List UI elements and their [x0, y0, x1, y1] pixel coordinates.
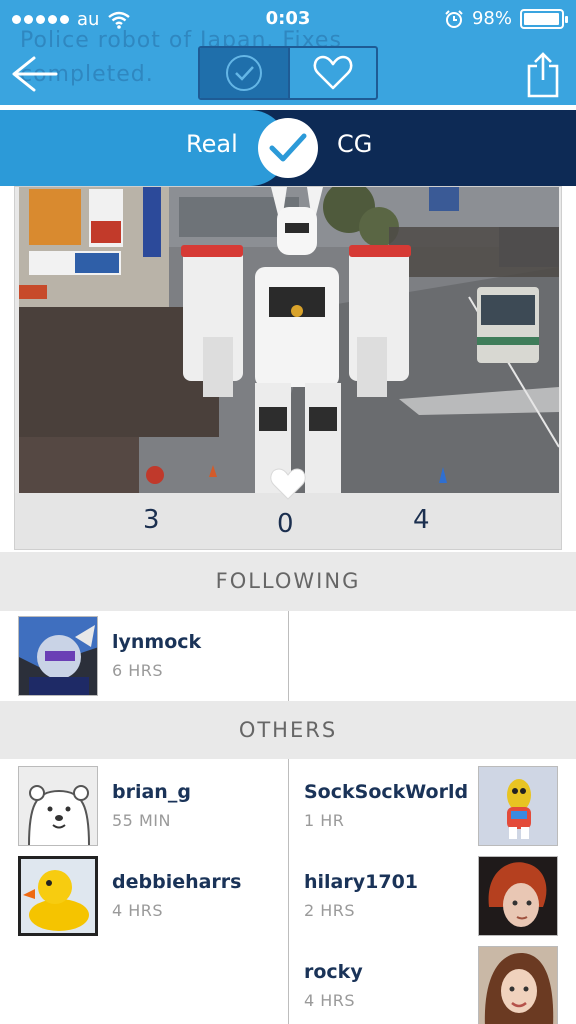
real-side — [0, 110, 288, 186]
real-vote-count: 3 — [143, 505, 160, 535]
toggle-knob[interactable] — [258, 118, 318, 178]
username: brian_g — [112, 781, 191, 803]
robot-photo-image — [19, 187, 559, 493]
others-column-divider — [288, 759, 289, 1024]
user-item-lynmock[interactable]: lynmock 6 HRS — [18, 616, 278, 696]
following-column-divider — [288, 611, 289, 701]
cg-label[interactable]: CG — [337, 130, 372, 158]
top-bar: Police robot of Japan. Fixes completed. … — [0, 0, 576, 105]
others-header: OTHERS — [0, 701, 576, 759]
user-item-hilary1701[interactable]: hilary1701 2 HRS — [304, 856, 558, 936]
post-time: 4 HRS — [112, 901, 164, 920]
post-time: 6 HRS — [112, 661, 164, 680]
post-card: 3 0 4 — [14, 186, 562, 550]
status-bar: au 0:03 98% — [0, 0, 576, 38]
battery-icon — [520, 8, 568, 29]
post-photo[interactable] — [19, 187, 559, 493]
post-time: 1 HR — [304, 811, 345, 830]
back-button[interactable] — [8, 52, 64, 102]
following-header: FOLLOWING — [0, 552, 576, 611]
username: lynmock — [112, 631, 202, 653]
username: rocky — [304, 961, 363, 983]
avatar-person-image — [479, 857, 557, 935]
share-button[interactable] — [526, 50, 562, 100]
avatar — [478, 766, 558, 846]
user-item-socksockworld[interactable]: SockSockWorld 1 HR — [304, 766, 558, 846]
avatar — [18, 616, 98, 696]
favorite-count: 0 — [277, 509, 294, 539]
username: debbieharrs — [112, 871, 242, 893]
back-arrow-icon — [12, 56, 58, 92]
real-label[interactable]: Real — [186, 130, 238, 158]
user-item-debbieharrs[interactable]: debbieharrs 4 HRS — [18, 856, 278, 936]
avatar — [18, 766, 98, 846]
username: hilary1701 — [304, 871, 419, 893]
avatar — [18, 856, 98, 936]
alarm-icon — [445, 9, 463, 28]
check-circle-icon — [226, 55, 262, 91]
avatar-person-image — [479, 947, 557, 1024]
post-time: 2 HRS — [304, 901, 356, 920]
battery-fill — [524, 12, 560, 25]
avatar-robot-image — [19, 617, 97, 695]
post-time: 55 MIN — [112, 811, 171, 830]
post-time: 4 HRS — [304, 991, 356, 1010]
username: SockSockWorld — [304, 781, 469, 803]
avatar — [478, 946, 558, 1024]
heart-icon — [313, 55, 353, 90]
heart-favorite-icon[interactable] — [269, 467, 307, 501]
avatar-toy-image — [479, 767, 557, 845]
share-icon — [527, 52, 559, 98]
avatar-rubber-duck-image — [21, 859, 95, 933]
avatar — [478, 856, 558, 936]
real-cg-toggle[interactable]: Real CG — [0, 110, 576, 186]
user-item-rocky[interactable]: rocky 4 HRS — [304, 946, 558, 1024]
avatar-polar-bear-image — [19, 767, 97, 845]
checkmark-icon — [269, 133, 307, 162]
vote-counts-bar: 3 0 4 — [15, 493, 561, 549]
battery-percent: 98% — [471, 8, 512, 29]
segment-vote[interactable] — [200, 48, 288, 98]
segment-favorite[interactable] — [288, 48, 376, 98]
cg-vote-count: 4 — [413, 505, 430, 535]
user-item-brian-g[interactable]: brian_g 55 MIN — [18, 766, 278, 846]
view-mode-segmented-control — [198, 46, 378, 100]
